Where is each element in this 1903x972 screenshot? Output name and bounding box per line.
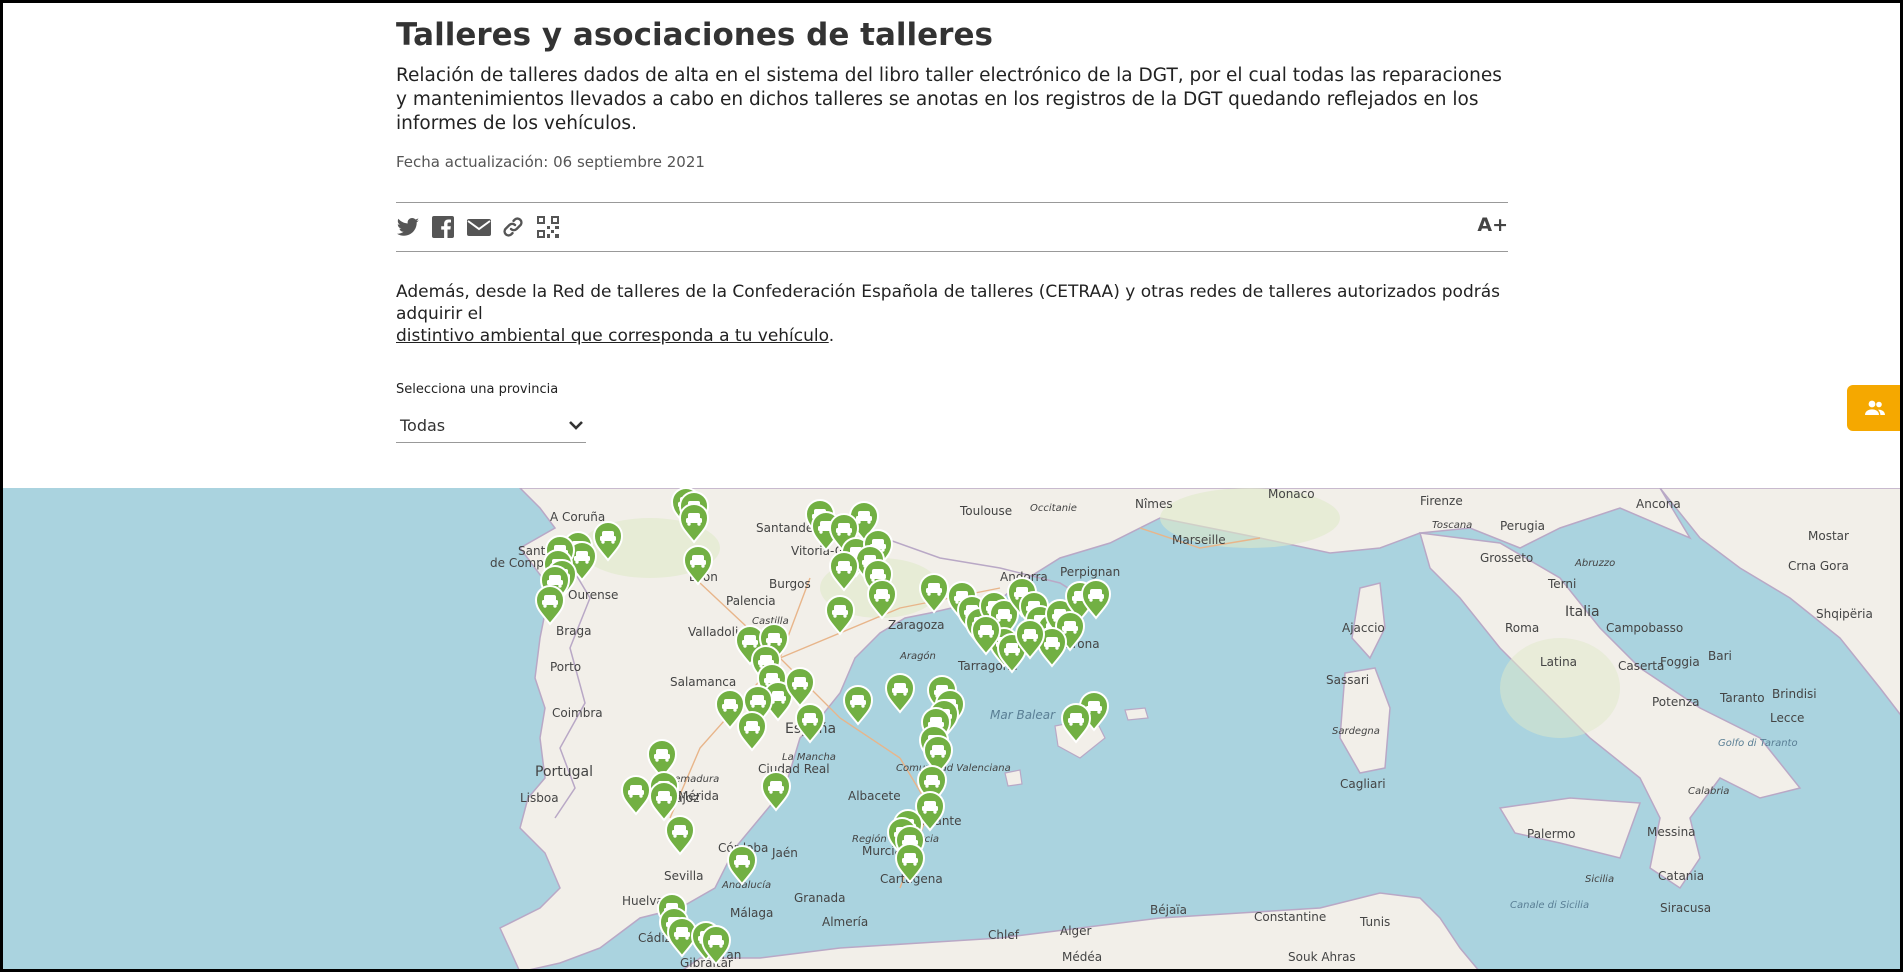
svg-text:Albacete: Albacete bbox=[848, 789, 901, 803]
svg-text:Palencia: Palencia bbox=[726, 594, 776, 608]
cetraa-note: Además, desde la Red de talleres de la C… bbox=[396, 281, 1508, 347]
svg-text:Perugia: Perugia bbox=[1500, 519, 1545, 533]
svg-text:Mar Balear: Mar Balear bbox=[990, 708, 1056, 722]
province-select-value: Todas bbox=[400, 416, 446, 435]
svg-text:Perpignan: Perpignan bbox=[1060, 565, 1120, 579]
note-end: . bbox=[828, 326, 835, 346]
qr-code-icon[interactable] bbox=[536, 215, 560, 239]
svg-text:Bari: Bari bbox=[1708, 649, 1732, 663]
chevron-down-icon bbox=[569, 421, 583, 430]
update-date: Fecha actualización: 06 septiembre 2021 bbox=[396, 153, 705, 171]
svg-text:Latina: Latina bbox=[1540, 655, 1577, 669]
svg-text:Béjaïa: Béjaïa bbox=[1150, 903, 1187, 917]
users-icon bbox=[1865, 400, 1885, 415]
environmental-badge-link[interactable]: distintivo ambiental que corresponda a t… bbox=[396, 326, 829, 346]
note-text: Además, desde la Red de talleres de la C… bbox=[396, 282, 1500, 324]
font-size-button[interactable]: A+ bbox=[1477, 214, 1508, 236]
svg-text:Potenza: Potenza bbox=[1652, 695, 1700, 709]
map-canvas: A Coruña Santiago de Compostela Ourense … bbox=[490, 488, 1903, 972]
svg-text:Monaco: Monaco bbox=[1268, 488, 1315, 501]
svg-text:Brindisi: Brindisi bbox=[1772, 687, 1817, 701]
svg-text:Ourense: Ourense bbox=[568, 588, 618, 602]
svg-text:Alger: Alger bbox=[1060, 924, 1092, 938]
svg-text:Aragón: Aragón bbox=[899, 650, 936, 662]
facebook-icon[interactable] bbox=[431, 215, 455, 239]
svg-text:Lecce: Lecce bbox=[1770, 711, 1804, 725]
svg-text:Toscana: Toscana bbox=[1432, 520, 1472, 531]
svg-text:Mostar: Mostar bbox=[1808, 529, 1849, 543]
svg-text:Shqipëria: Shqipëria bbox=[1816, 607, 1873, 621]
svg-text:Jaén: Jaén bbox=[771, 846, 798, 860]
svg-text:Ancona: Ancona bbox=[1636, 497, 1681, 511]
svg-text:Taranto: Taranto bbox=[1719, 691, 1765, 705]
svg-text:Porto: Porto bbox=[550, 660, 581, 674]
link-icon[interactable] bbox=[501, 215, 525, 239]
email-icon[interactable] bbox=[466, 215, 491, 239]
svg-text:La Mancha: La Mancha bbox=[782, 752, 836, 763]
svg-text:Constantine: Constantine bbox=[1254, 910, 1326, 924]
svg-text:Italia: Italia bbox=[1565, 604, 1600, 620]
svg-text:Sardegna: Sardegna bbox=[1332, 726, 1380, 737]
svg-text:Lisboa: Lisboa bbox=[520, 791, 559, 805]
svg-text:Crna Gora: Crna Gora bbox=[1788, 559, 1849, 573]
twitter-icon[interactable] bbox=[396, 215, 420, 239]
share-toolbar: A+ bbox=[396, 202, 1508, 252]
svg-text:Campobasso: Campobasso bbox=[1606, 621, 1683, 635]
feedback-tab[interactable] bbox=[1847, 385, 1903, 431]
svg-text:Caserta: Caserta bbox=[1618, 659, 1664, 673]
svg-text:Calabria: Calabria bbox=[1688, 786, 1729, 797]
svg-text:Souk Ahras: Souk Ahras bbox=[1288, 950, 1356, 964]
province-select-label: Selecciona una provincia bbox=[396, 382, 559, 397]
svg-text:Granada: Granada bbox=[794, 891, 846, 905]
svg-text:Firenze: Firenze bbox=[1420, 494, 1463, 508]
svg-text:Messina: Messina bbox=[1647, 825, 1696, 839]
svg-text:Grosseto: Grosseto bbox=[1480, 551, 1533, 565]
svg-text:Toulouse: Toulouse bbox=[959, 504, 1012, 518]
svg-text:Cagliari: Cagliari bbox=[1340, 777, 1386, 791]
svg-text:Terni: Terni bbox=[1547, 577, 1576, 591]
svg-text:Almería: Almería bbox=[822, 915, 868, 929]
svg-text:Ajaccio: Ajaccio bbox=[1342, 621, 1385, 635]
svg-text:Nîmes: Nîmes bbox=[1135, 497, 1173, 511]
land-balkans bbox=[1659, 488, 1903, 720]
svg-text:Zaragoza: Zaragoza bbox=[888, 618, 944, 632]
svg-text:A Coruña: A Coruña bbox=[550, 510, 605, 524]
province-select[interactable]: Todas bbox=[396, 410, 586, 443]
svg-text:Braga: Braga bbox=[556, 624, 592, 638]
svg-text:Palermo: Palermo bbox=[1527, 827, 1576, 841]
svg-text:Portugal: Portugal bbox=[535, 764, 593, 780]
svg-text:Occitanie: Occitanie bbox=[1030, 503, 1077, 514]
svg-text:Tunis: Tunis bbox=[1359, 915, 1390, 929]
workshops-map[interactable]: A Coruña Santiago de Compostela Ourense … bbox=[0, 488, 1903, 972]
svg-text:Salamanca: Salamanca bbox=[670, 675, 736, 689]
svg-text:Andalucía: Andalucía bbox=[721, 879, 771, 891]
svg-text:Mérida: Mérida bbox=[678, 789, 719, 803]
svg-text:Catania: Catania bbox=[1658, 869, 1704, 883]
intro-paragraph: Relación de talleres dados de alta en el… bbox=[396, 65, 1502, 134]
svg-text:Médéa: Médéa bbox=[1062, 950, 1102, 964]
svg-text:Siracusa: Siracusa bbox=[1660, 901, 1711, 915]
svg-text:Roma: Roma bbox=[1505, 621, 1539, 635]
svg-text:Canale di Sicilia: Canale di Sicilia bbox=[1510, 900, 1589, 911]
svg-text:Burgos: Burgos bbox=[769, 577, 811, 591]
svg-text:Marseille: Marseille bbox=[1172, 533, 1226, 547]
svg-text:Comunidad Valenciana: Comunidad Valenciana bbox=[896, 763, 1011, 774]
svg-text:Sevilla: Sevilla bbox=[664, 869, 703, 883]
svg-text:Abruzzo: Abruzzo bbox=[1574, 558, 1615, 569]
svg-text:Sicilia: Sicilia bbox=[1585, 874, 1614, 885]
svg-text:Coimbra: Coimbra bbox=[552, 706, 603, 720]
svg-text:Sassari: Sassari bbox=[1326, 673, 1369, 687]
page-title: Talleres y asociaciones de talleres bbox=[396, 17, 993, 53]
svg-text:Foggia: Foggia bbox=[1660, 655, 1700, 669]
svg-text:Málaga: Málaga bbox=[730, 906, 773, 920]
land-menorca bbox=[1124, 707, 1149, 721]
svg-text:Chlef: Chlef bbox=[988, 928, 1020, 942]
svg-text:Golfo di Taranto: Golfo di Taranto bbox=[1718, 738, 1798, 749]
